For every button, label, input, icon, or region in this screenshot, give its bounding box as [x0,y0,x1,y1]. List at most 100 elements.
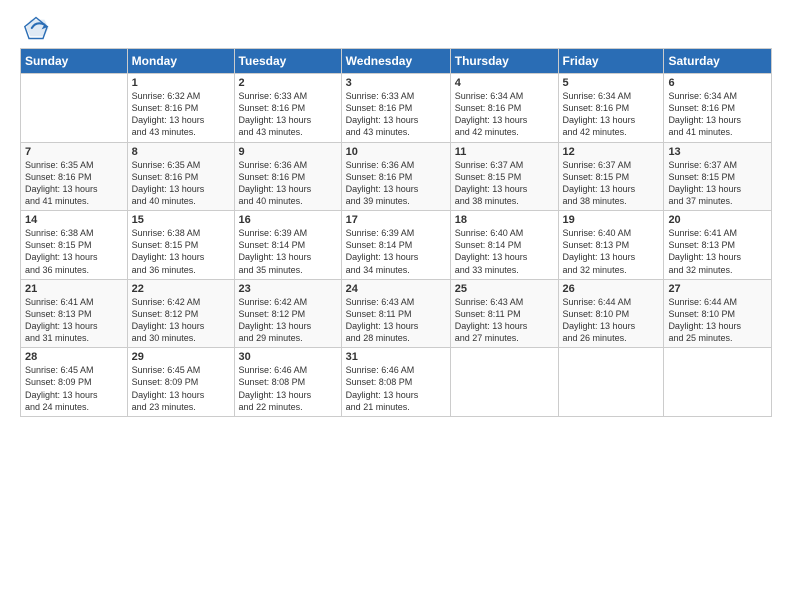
day-info: Sunrise: 6:39 AM Sunset: 8:14 PM Dayligh… [239,227,337,276]
calendar-cell: 3Sunrise: 6:33 AM Sunset: 8:16 PM Daylig… [341,74,450,143]
calendar-cell [21,74,128,143]
day-number: 7 [25,146,123,158]
column-header-thursday: Thursday [450,49,558,74]
day-number: 6 [668,77,767,89]
day-info: Sunrise: 6:34 AM Sunset: 8:16 PM Dayligh… [455,90,554,139]
day-number: 3 [346,77,446,89]
week-row-1: 1Sunrise: 6:32 AM Sunset: 8:16 PM Daylig… [21,74,772,143]
calendar-cell: 25Sunrise: 6:43 AM Sunset: 8:11 PM Dayli… [450,279,558,348]
day-info: Sunrise: 6:36 AM Sunset: 8:16 PM Dayligh… [239,159,337,208]
calendar-cell: 7Sunrise: 6:35 AM Sunset: 8:16 PM Daylig… [21,142,128,211]
calendar-cell: 4Sunrise: 6:34 AM Sunset: 8:16 PM Daylig… [450,74,558,143]
column-header-tuesday: Tuesday [234,49,341,74]
calendar-cell: 22Sunrise: 6:42 AM Sunset: 8:12 PM Dayli… [127,279,234,348]
day-info: Sunrise: 6:34 AM Sunset: 8:16 PM Dayligh… [668,90,767,139]
day-info: Sunrise: 6:46 AM Sunset: 8:08 PM Dayligh… [239,364,337,413]
day-number: 24 [346,283,446,295]
page-container: SundayMondayTuesdayWednesdayThursdayFrid… [0,0,792,427]
day-number: 14 [25,214,123,226]
calendar-cell: 2Sunrise: 6:33 AM Sunset: 8:16 PM Daylig… [234,74,341,143]
week-row-2: 7Sunrise: 6:35 AM Sunset: 8:16 PM Daylig… [21,142,772,211]
day-number: 31 [346,351,446,363]
day-info: Sunrise: 6:44 AM Sunset: 8:10 PM Dayligh… [563,296,660,345]
day-number: 9 [239,146,337,158]
day-info: Sunrise: 6:37 AM Sunset: 8:15 PM Dayligh… [668,159,767,208]
day-number: 26 [563,283,660,295]
calendar-cell: 30Sunrise: 6:46 AM Sunset: 8:08 PM Dayli… [234,348,341,417]
day-number: 27 [668,283,767,295]
day-info: Sunrise: 6:42 AM Sunset: 8:12 PM Dayligh… [132,296,230,345]
day-number: 25 [455,283,554,295]
day-info: Sunrise: 6:38 AM Sunset: 8:15 PM Dayligh… [132,227,230,276]
calendar-cell: 8Sunrise: 6:35 AM Sunset: 8:16 PM Daylig… [127,142,234,211]
calendar-cell: 29Sunrise: 6:45 AM Sunset: 8:09 PM Dayli… [127,348,234,417]
calendar-cell: 6Sunrise: 6:34 AM Sunset: 8:16 PM Daylig… [664,74,772,143]
day-info: Sunrise: 6:39 AM Sunset: 8:14 PM Dayligh… [346,227,446,276]
header [20,10,772,42]
day-info: Sunrise: 6:46 AM Sunset: 8:08 PM Dayligh… [346,364,446,413]
day-number: 18 [455,214,554,226]
calendar-cell [450,348,558,417]
calendar-cell: 9Sunrise: 6:36 AM Sunset: 8:16 PM Daylig… [234,142,341,211]
calendar-cell: 10Sunrise: 6:36 AM Sunset: 8:16 PM Dayli… [341,142,450,211]
day-number: 23 [239,283,337,295]
day-number: 20 [668,214,767,226]
day-info: Sunrise: 6:44 AM Sunset: 8:10 PM Dayligh… [668,296,767,345]
calendar-cell: 5Sunrise: 6:34 AM Sunset: 8:16 PM Daylig… [558,74,664,143]
day-info: Sunrise: 6:42 AM Sunset: 8:12 PM Dayligh… [239,296,337,345]
calendar-cell: 19Sunrise: 6:40 AM Sunset: 8:13 PM Dayli… [558,211,664,280]
day-info: Sunrise: 6:41 AM Sunset: 8:13 PM Dayligh… [668,227,767,276]
day-number: 28 [25,351,123,363]
day-info: Sunrise: 6:35 AM Sunset: 8:16 PM Dayligh… [132,159,230,208]
calendar-header-row: SundayMondayTuesdayWednesdayThursdayFrid… [21,49,772,74]
day-info: Sunrise: 6:34 AM Sunset: 8:16 PM Dayligh… [563,90,660,139]
column-header-monday: Monday [127,49,234,74]
calendar-cell: 21Sunrise: 6:41 AM Sunset: 8:13 PM Dayli… [21,279,128,348]
calendar-cell: 20Sunrise: 6:41 AM Sunset: 8:13 PM Dayli… [664,211,772,280]
day-number: 29 [132,351,230,363]
day-info: Sunrise: 6:37 AM Sunset: 8:15 PM Dayligh… [455,159,554,208]
column-header-saturday: Saturday [664,49,772,74]
day-info: Sunrise: 6:32 AM Sunset: 8:16 PM Dayligh… [132,90,230,139]
calendar-cell: 27Sunrise: 6:44 AM Sunset: 8:10 PM Dayli… [664,279,772,348]
week-row-3: 14Sunrise: 6:38 AM Sunset: 8:15 PM Dayli… [21,211,772,280]
week-row-5: 28Sunrise: 6:45 AM Sunset: 8:09 PM Dayli… [21,348,772,417]
day-number: 11 [455,146,554,158]
calendar-cell: 18Sunrise: 6:40 AM Sunset: 8:14 PM Dayli… [450,211,558,280]
day-info: Sunrise: 6:38 AM Sunset: 8:15 PM Dayligh… [25,227,123,276]
logo [20,14,50,42]
day-info: Sunrise: 6:40 AM Sunset: 8:14 PM Dayligh… [455,227,554,276]
day-info: Sunrise: 6:33 AM Sunset: 8:16 PM Dayligh… [346,90,446,139]
day-number: 2 [239,77,337,89]
calendar-cell: 15Sunrise: 6:38 AM Sunset: 8:15 PM Dayli… [127,211,234,280]
day-info: Sunrise: 6:45 AM Sunset: 8:09 PM Dayligh… [132,364,230,413]
day-number: 15 [132,214,230,226]
calendar-cell [558,348,664,417]
day-info: Sunrise: 6:33 AM Sunset: 8:16 PM Dayligh… [239,90,337,139]
calendar-cell: 13Sunrise: 6:37 AM Sunset: 8:15 PM Dayli… [664,142,772,211]
day-number: 16 [239,214,337,226]
calendar-cell: 14Sunrise: 6:38 AM Sunset: 8:15 PM Dayli… [21,211,128,280]
day-number: 13 [668,146,767,158]
calendar-cell: 24Sunrise: 6:43 AM Sunset: 8:11 PM Dayli… [341,279,450,348]
column-header-wednesday: Wednesday [341,49,450,74]
day-info: Sunrise: 6:45 AM Sunset: 8:09 PM Dayligh… [25,364,123,413]
day-number: 19 [563,214,660,226]
day-number: 5 [563,77,660,89]
calendar-cell: 12Sunrise: 6:37 AM Sunset: 8:15 PM Dayli… [558,142,664,211]
calendar-table: SundayMondayTuesdayWednesdayThursdayFrid… [20,48,772,417]
day-info: Sunrise: 6:40 AM Sunset: 8:13 PM Dayligh… [563,227,660,276]
calendar-cell: 23Sunrise: 6:42 AM Sunset: 8:12 PM Dayli… [234,279,341,348]
calendar-cell: 1Sunrise: 6:32 AM Sunset: 8:16 PM Daylig… [127,74,234,143]
calendar-cell: 17Sunrise: 6:39 AM Sunset: 8:14 PM Dayli… [341,211,450,280]
column-header-friday: Friday [558,49,664,74]
week-row-4: 21Sunrise: 6:41 AM Sunset: 8:13 PM Dayli… [21,279,772,348]
calendar-cell: 28Sunrise: 6:45 AM Sunset: 8:09 PM Dayli… [21,348,128,417]
day-info: Sunrise: 6:35 AM Sunset: 8:16 PM Dayligh… [25,159,123,208]
calendar-cell: 16Sunrise: 6:39 AM Sunset: 8:14 PM Dayli… [234,211,341,280]
day-info: Sunrise: 6:36 AM Sunset: 8:16 PM Dayligh… [346,159,446,208]
calendar-cell [664,348,772,417]
day-info: Sunrise: 6:43 AM Sunset: 8:11 PM Dayligh… [455,296,554,345]
day-info: Sunrise: 6:37 AM Sunset: 8:15 PM Dayligh… [563,159,660,208]
logo-icon [22,14,50,42]
